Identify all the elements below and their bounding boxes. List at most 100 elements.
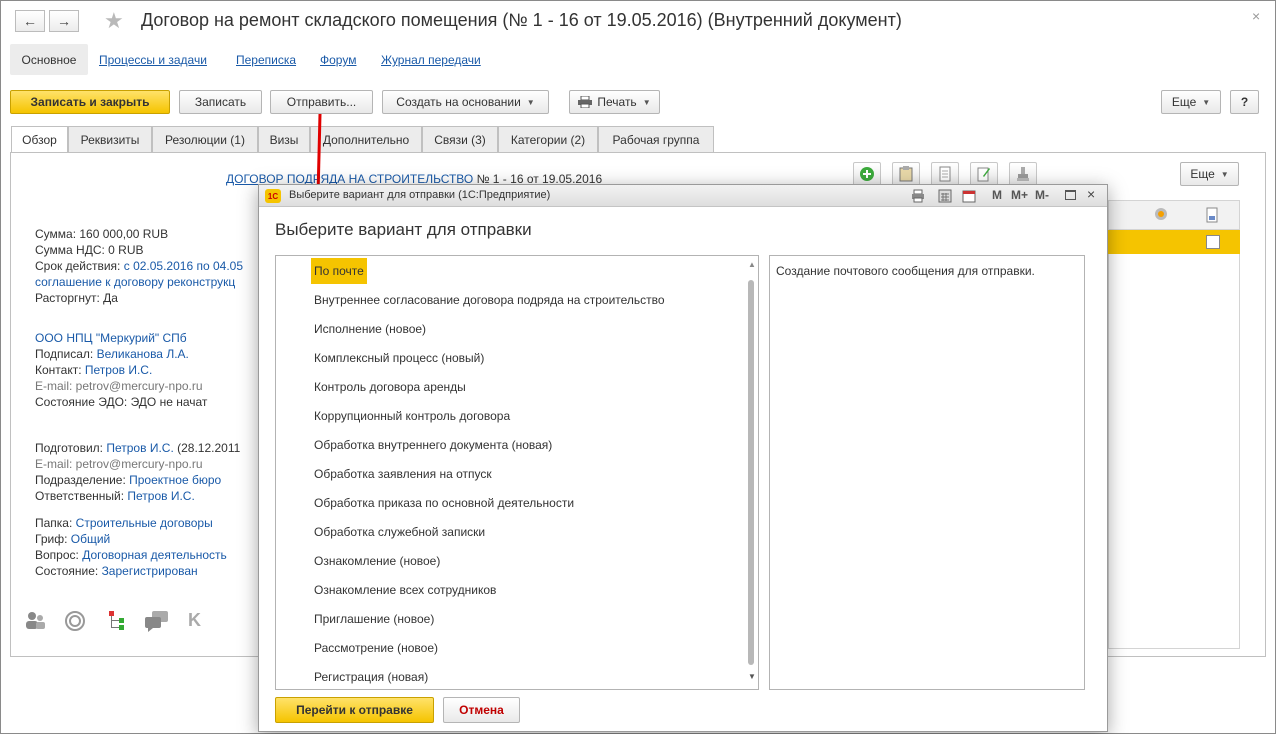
- list-item[interactable]: Коррупционный контроль договора: [311, 403, 513, 429]
- print-button[interactable]: Печать ▼: [569, 90, 660, 114]
- users-icon[interactable]: [24, 610, 46, 635]
- dropdown-caret-icon: ▼: [642, 97, 651, 107]
- list-item[interactable]: Исполнение (новое): [311, 316, 429, 342]
- list-item[interactable]: По почте: [311, 258, 367, 284]
- list-item[interactable]: Ознакомление (новое): [311, 548, 443, 574]
- list-item[interactable]: Рассмотрение (новое): [311, 635, 441, 661]
- close-icon[interactable]: ×: [1252, 8, 1260, 24]
- nav-forum[interactable]: Форум: [320, 53, 356, 67]
- nav-correspondence[interactable]: Переписка: [236, 53, 296, 67]
- list-item[interactable]: Обработка заявления на отпуск: [311, 461, 495, 487]
- list-item[interactable]: Ознакомление всех сотрудников: [311, 577, 499, 603]
- term-label: Срок действия:: [35, 259, 121, 273]
- forward-button[interactable]: →: [49, 10, 79, 32]
- nav-processes[interactable]: Процессы и задачи: [99, 53, 207, 67]
- 1c-logo-icon: 1C: [265, 189, 281, 203]
- calculator-icon[interactable]: [938, 189, 952, 203]
- stamp-icon[interactable]: [64, 610, 86, 637]
- contact-value[interactable]: Петров И.С.: [85, 363, 152, 377]
- list-item[interactable]: Обработка внутреннего документа (новая): [311, 432, 555, 458]
- term-value[interactable]: с 02.05.2016 по 04.05: [124, 259, 243, 273]
- list-item[interactable]: Обработка приказа по основной деятельнос…: [311, 490, 577, 516]
- list-item[interactable]: Регистрация (новая): [311, 664, 431, 689]
- signed-label: Подписал:: [35, 347, 94, 361]
- tab-resolutions[interactable]: Резолюции (1): [152, 126, 258, 152]
- stamp-tool-icon: [1017, 167, 1029, 181]
- org-link[interactable]: ООО НПЦ "Меркурий" СПб: [35, 331, 187, 345]
- right-more-label: Еще: [1190, 167, 1215, 181]
- process-tree-icon[interactable]: [107, 610, 127, 637]
- edit-document-icon: [977, 167, 990, 182]
- calendar-icon[interactable]: [962, 189, 976, 203]
- stamp-tool-button[interactable]: [1009, 162, 1037, 186]
- back-arrow-icon: ←: [23, 13, 37, 29]
- printer-icon: [578, 96, 593, 108]
- create-based-label: Создать на основании: [396, 95, 521, 109]
- more-button[interactable]: Еще ▼: [1161, 90, 1221, 114]
- grif-label: Гриф:: [35, 532, 68, 546]
- memory-plus-button[interactable]: M+: [1011, 188, 1028, 202]
- grid-selected-row[interactable]: [1108, 230, 1240, 254]
- folder-value[interactable]: Строительные договоры: [76, 516, 213, 530]
- nav-main[interactable]: Основное: [10, 44, 88, 75]
- list-item[interactable]: Контроль договора аренды: [311, 374, 469, 400]
- help-button[interactable]: ?: [1230, 90, 1259, 114]
- window-title: Договор на ремонт складского помещения (…: [141, 10, 902, 30]
- dialog-close-icon[interactable]: ×: [1087, 186, 1095, 202]
- list-item[interactable]: Обработка служебной записки: [311, 519, 488, 545]
- tab-workgroup[interactable]: Рабочая группа: [598, 126, 714, 152]
- memory-button[interactable]: M: [992, 188, 1002, 202]
- maximize-icon[interactable]: [1065, 190, 1076, 200]
- create-based-button[interactable]: Создать на основании ▼: [382, 90, 549, 114]
- vat-text: Сумма НДС: 0 RUB: [35, 243, 144, 257]
- list-item[interactable]: Комплексный процесс (новый): [311, 345, 487, 371]
- document-button[interactable]: [931, 162, 959, 186]
- discussion-icon[interactable]: [144, 610, 170, 637]
- add-icon: [860, 167, 874, 181]
- row-checkbox[interactable]: [1206, 235, 1220, 249]
- variant-list[interactable]: По почте Внутреннее согласование договора…: [275, 255, 759, 690]
- dept-value[interactable]: Проектное бюро: [129, 473, 221, 487]
- folder-row: Папка: Строительные договоры: [35, 516, 213, 530]
- term-line2[interactable]: соглашение к договору реконструкц: [35, 275, 235, 289]
- favorite-star-icon[interactable]: ★: [104, 8, 124, 34]
- list-item[interactable]: Внутреннее согласование договора подряда…: [311, 287, 668, 313]
- signed-row: Подписал: Великанова Л.А.: [35, 347, 189, 361]
- prepared-label: Подготовил:: [35, 441, 104, 455]
- send-button[interactable]: Отправить...: [270, 90, 373, 114]
- scroll-down-icon[interactable]: ▼: [748, 672, 756, 681]
- cancel-button[interactable]: Отмена: [443, 697, 520, 723]
- k-letter-icon[interactable]: K: [188, 610, 201, 631]
- add-button[interactable]: [853, 162, 881, 186]
- save-button[interactable]: Записать: [179, 90, 262, 114]
- save-close-button[interactable]: Записать и закрыть: [10, 90, 170, 114]
- grif-value[interactable]: Общий: [71, 532, 111, 546]
- tab-categories[interactable]: Категории (2): [498, 126, 598, 152]
- state-value[interactable]: Зарегистрирован: [102, 564, 198, 578]
- medal-icon: [1155, 208, 1167, 220]
- prepared-value[interactable]: Петров И.С.: [106, 441, 173, 455]
- edo-text: Состояние ЭДО: ЭДО не начат: [35, 395, 208, 409]
- go-to-send-button[interactable]: Перейти к отправке: [275, 697, 434, 723]
- edit-document-button[interactable]: [970, 162, 998, 186]
- print-small-icon[interactable]: [911, 189, 925, 203]
- question-label: Вопрос:: [35, 548, 79, 562]
- resp-value[interactable]: Петров И.С.: [127, 489, 194, 503]
- tab-requisites[interactable]: Реквизиты: [68, 126, 152, 152]
- terminated-text: Расторгнут: Да: [35, 291, 118, 305]
- back-button[interactable]: ←: [15, 10, 45, 32]
- list-item[interactable]: Приглашение (новое): [311, 606, 437, 632]
- tab-links[interactable]: Связи (3): [422, 126, 498, 152]
- tab-visas[interactable]: Визы: [258, 126, 310, 152]
- file-icon: [1206, 207, 1218, 223]
- memory-minus-button[interactable]: M-: [1035, 188, 1049, 202]
- scroll-up-icon[interactable]: ▲: [748, 260, 756, 269]
- tab-overview[interactable]: Обзор: [11, 126, 68, 153]
- nav-transfer-log[interactable]: Журнал передачи: [381, 53, 481, 67]
- question-value[interactable]: Договорная деятельность: [82, 548, 227, 562]
- right-more-button[interactable]: Еще ▼: [1180, 162, 1239, 186]
- paste-button[interactable]: [892, 162, 920, 186]
- description-box: Создание почтового сообщения для отправк…: [769, 255, 1085, 690]
- scrollbar-thumb[interactable]: [748, 280, 754, 665]
- signed-value[interactable]: Великанова Л.А.: [97, 347, 189, 361]
